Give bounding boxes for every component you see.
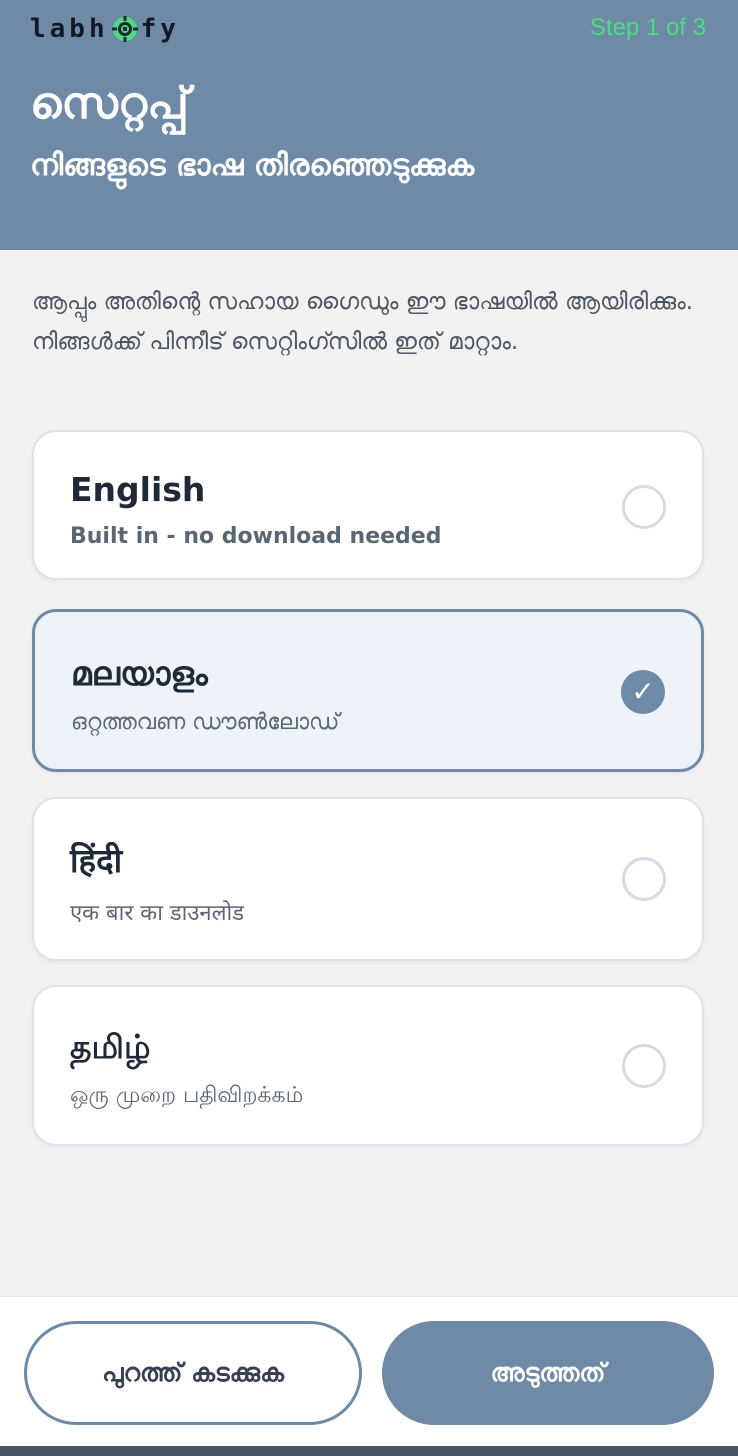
system-navigation-bar [0, 1446, 738, 1456]
header: labh fy Step 1 of 3 സെറ്റപ്പ് നിങ്ങളുടെ … [0, 0, 738, 250]
language-name: தமிழ் [70, 1027, 151, 1066]
radio-unchecked-icon[interactable] [622, 485, 666, 529]
page-title: സെറ്റപ്പ് [30, 78, 189, 129]
skip-button[interactable]: പുറത്ത് കടക്കുക [24, 1321, 362, 1425]
radio-checked-icon[interactable]: ✓ [621, 670, 665, 714]
gear-logo-icon [111, 16, 138, 42]
radio-unchecked-icon[interactable] [622, 857, 666, 901]
language-name: English [70, 470, 206, 509]
language-option-malayalam[interactable]: മലയാളം ഒറ്റത്തവണ ഡൗൺലോഡ് ✓ [32, 609, 704, 772]
language-name: हिंदी [70, 841, 123, 880]
language-option-hindi[interactable]: हिंदी एक बार का डाउनलोड [32, 797, 704, 961]
language-option-english[interactable]: English Built in - no download needed [32, 430, 704, 580]
description-text: ആപ്പും അതിന്റെ സഹായ ഗൈഡും ഈ ഭാഷയിൽ ആയിരി… [32, 289, 694, 355]
language-option-tamil[interactable]: தமிழ் ஒரு முறை பதிவிறக்கம் [32, 985, 704, 1146]
next-button[interactable]: അടുത്തത് [382, 1321, 714, 1425]
language-subtitle: ഒറ്റത്തവണ ഡൗൺലോഡ് [71, 710, 340, 735]
logo-text-left: labh [30, 14, 109, 44]
language-name: മലയാളം [71, 654, 208, 693]
language-subtitle: Built in - no download needed [70, 524, 442, 549]
language-subtitle: ஒரு முறை பதிவிறக்கம் [70, 1083, 304, 1108]
language-subtitle: एक बार का डाउनलोड [70, 901, 245, 926]
logo-text-right: fy [140, 14, 180, 44]
footer-actions: പുറത്ത് കടക്കുക അടുത്തത് [0, 1296, 738, 1447]
step-indicator: Step 1 of 3 [589, 14, 706, 41]
app-logo: labh fy [30, 14, 180, 44]
radio-unchecked-icon[interactable] [622, 1044, 666, 1088]
page-subtitle: നിങ്ങളുടെ ഭാഷ തിരഞ്ഞെടുക്കുക [30, 148, 475, 183]
